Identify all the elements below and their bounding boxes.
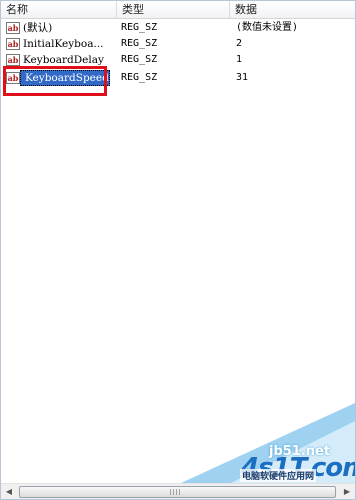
table-row[interactable]: ab KeyboardDelay REG_SZ 1 <box>1 52 355 68</box>
value-name-cell: ab (默认) <box>6 20 116 36</box>
value-data: 1 <box>236 54 243 65</box>
value-type: REG_SZ <box>121 72 158 83</box>
table-row-selected[interactable]: ab KeyboardSpeed REG_SZ 31 <box>1 70 355 86</box>
value-name-cell: ab InitialKeyboa... <box>6 36 116 52</box>
value-type: REG_SZ <box>121 54 158 65</box>
string-value-icon: ab <box>6 38 20 50</box>
table-row[interactable]: ab (默认) REG_SZ (数值未设置) <box>1 20 355 36</box>
value-name: KeyboardSpeed <box>25 72 109 84</box>
list-header: 名称 类型 数据 <box>1 1 355 19</box>
value-type: REG_SZ <box>121 22 158 33</box>
column-header-type[interactable]: 类型 <box>117 1 230 18</box>
value-type: REG_SZ <box>121 38 158 49</box>
value-data: (数值未设置) <box>236 22 299 33</box>
value-data: 31 <box>236 72 249 83</box>
value-name-cell: ab KeyboardSpeed <box>6 70 116 86</box>
scroll-left-icon[interactable]: ◀ <box>1 484 17 499</box>
value-name: (默认) <box>23 22 53 34</box>
value-name-cell: ab KeyboardDelay <box>6 52 116 68</box>
scrollbar-thumb[interactable] <box>19 486 336 498</box>
horizontal-scrollbar[interactable]: ◀ ▶ <box>1 483 355 499</box>
table-row[interactable]: ab InitialKeyboa... REG_SZ 2 <box>1 36 355 52</box>
value-name: KeyboardDelay <box>23 54 104 66</box>
registry-values-pane: 名称 类型 数据 ab (默认) REG_SZ (数值未设置) ab Initi… <box>0 0 356 500</box>
grip-icon <box>170 489 180 495</box>
value-name: InitialKeyboa... <box>23 38 104 50</box>
string-value-icon: ab <box>6 72 20 84</box>
string-value-icon: ab <box>6 54 20 66</box>
scroll-right-icon[interactable]: ▶ <box>339 484 355 499</box>
value-data: 2 <box>236 38 243 49</box>
watermark-site: jb51.net <box>269 444 331 459</box>
column-header-name[interactable]: 名称 <box>1 1 117 18</box>
column-header-data[interactable]: 数据 <box>230 1 355 18</box>
string-value-icon: ab <box>6 22 20 34</box>
watermark-logo: 4s1T.com <box>241 453 356 483</box>
watermark-tagline: 电脑软硬件应用网 <box>240 469 317 482</box>
